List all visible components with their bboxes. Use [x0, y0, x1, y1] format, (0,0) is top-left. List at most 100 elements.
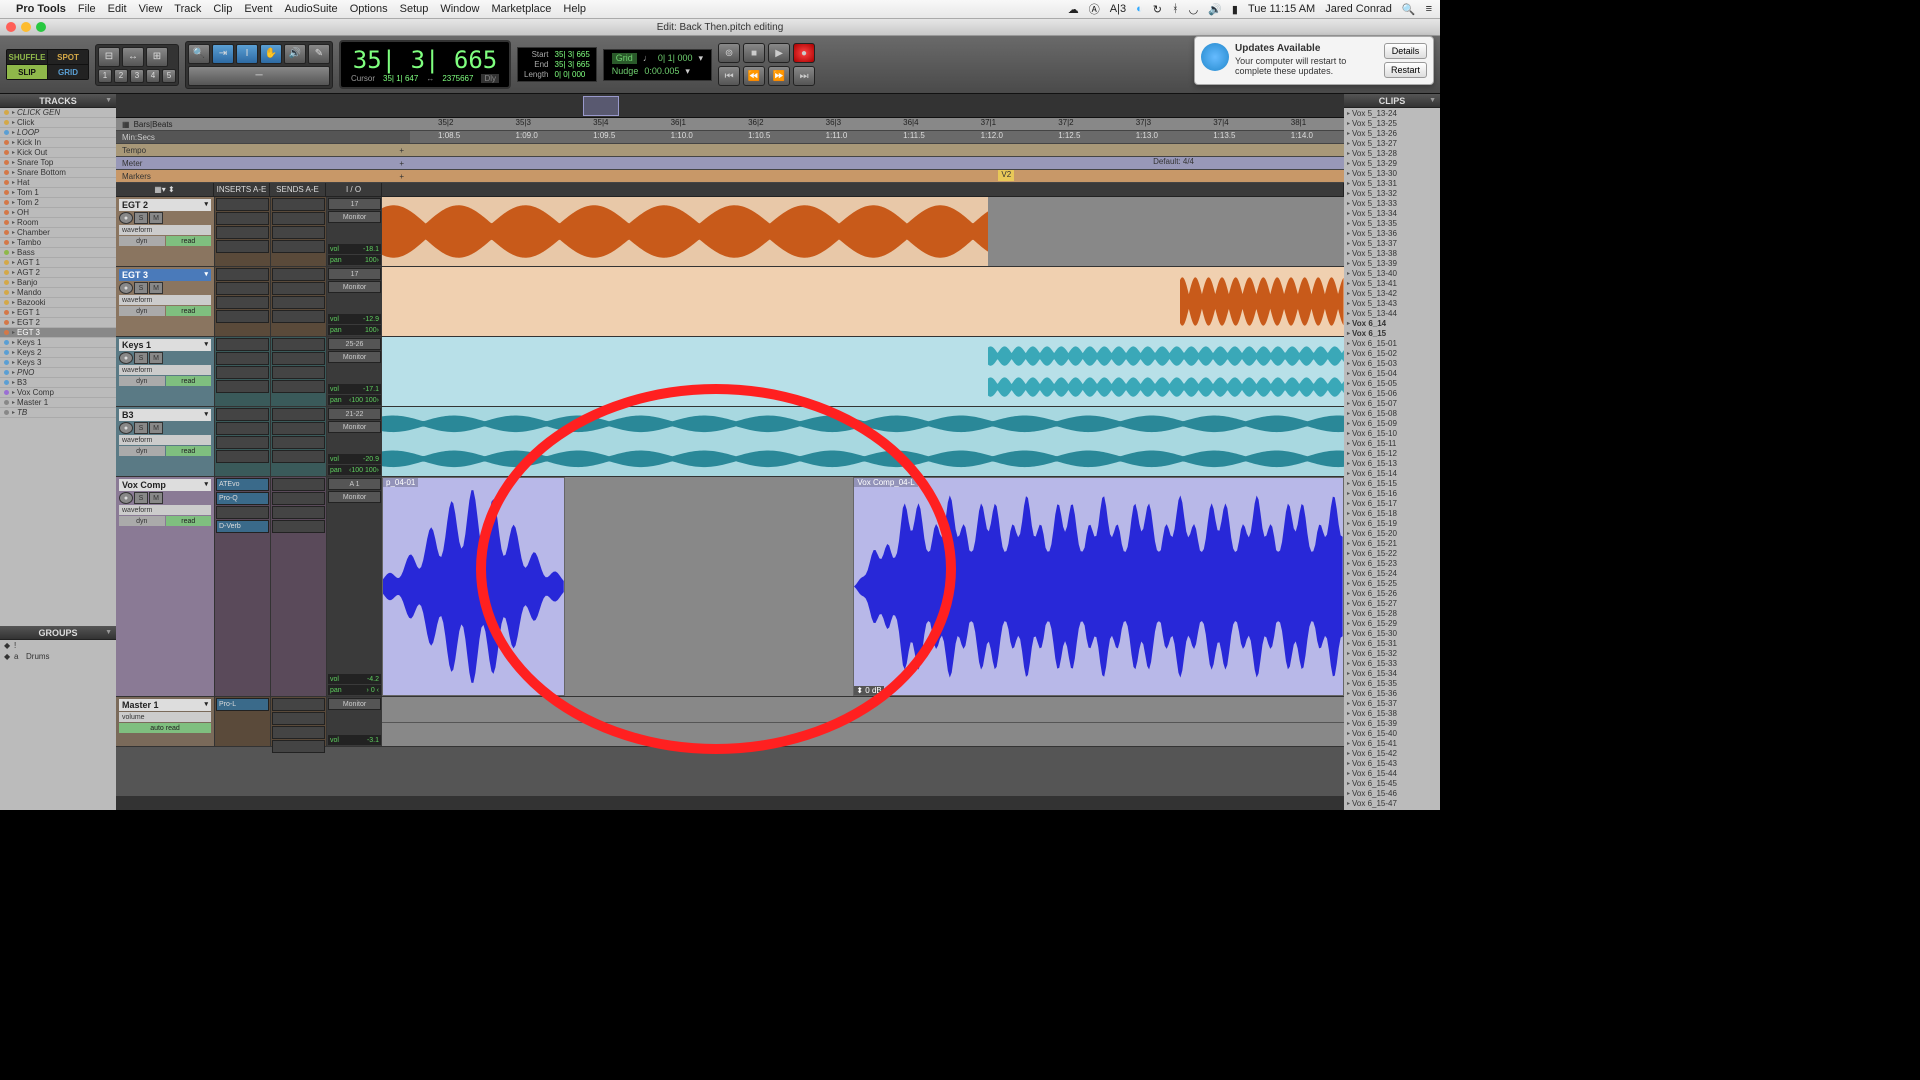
automation-mode[interactable]: read [166, 446, 212, 456]
clip-list-item[interactable]: ▸Vox 5_13-34 [1344, 208, 1440, 218]
elastic-audio[interactable]: dyn [119, 376, 165, 386]
universe-view[interactable] [116, 94, 1344, 118]
grid-val[interactable]: 0| 1| 000 [658, 53, 693, 64]
view-selector[interactable]: waveform [119, 435, 211, 445]
insert-slot[interactable] [216, 366, 269, 379]
monitor-button[interactable]: Monitor [328, 351, 381, 363]
track-list-item[interactable]: ▸Snare Top [0, 158, 116, 168]
clip-list-item[interactable]: ▸Vox 6_15-15 [1344, 478, 1440, 488]
grid-label[interactable]: Grid [612, 53, 637, 64]
record-enable[interactable]: ● [119, 422, 133, 434]
insert-slot[interactable] [216, 296, 269, 309]
clip-list-item[interactable]: ▸Vox 6_15-31 [1344, 638, 1440, 648]
track-list-item[interactable]: ▸Click [0, 118, 116, 128]
ruler-meter[interactable]: Default: 4/4 [410, 157, 1344, 170]
insert-slot[interactable] [216, 198, 269, 211]
clip-list-item[interactable]: ▸Vox 6_15-40 [1344, 728, 1440, 738]
track-name[interactable]: Master 1▾ [119, 699, 211, 711]
mute-button[interactable]: M [149, 212, 163, 224]
sel-length-val[interactable]: 0| 0| 000 [555, 70, 590, 79]
send-slot[interactable] [272, 726, 325, 739]
track-header[interactable]: EGT 2▾ ● S M waveform dynread [116, 197, 214, 266]
send-slot[interactable] [272, 712, 325, 725]
pencil-icon[interactable]: ✎ [308, 44, 330, 64]
minimize-icon[interactable] [21, 22, 31, 32]
track-header[interactable]: Keys 1▾ ● S M waveform dynread [116, 337, 214, 406]
track-list-item[interactable]: ▸Keys 3 [0, 358, 116, 368]
track-list-item[interactable]: ▸Tambo [0, 238, 116, 248]
clip-list-item[interactable]: ▸Vox 5_13-25 [1344, 118, 1440, 128]
ruler-meter-label[interactable]: Meter+ [116, 157, 410, 170]
zoom-out-icon[interactable]: ⊟ [98, 47, 120, 67]
battery-icon[interactable]: ▮ [1232, 3, 1238, 16]
send-slot[interactable] [272, 450, 325, 463]
monitor-button[interactable]: Monitor [328, 211, 381, 223]
send-slot[interactable] [272, 380, 325, 393]
track-header[interactable]: EGT 3▾ ● S M waveform dynread [116, 267, 214, 336]
view-selector[interactable]: waveform [119, 365, 211, 375]
menu-track[interactable]: Track [174, 3, 201, 15]
track-list-item[interactable]: ▸Master 1 [0, 398, 116, 408]
waveform-area[interactable] [382, 697, 1344, 746]
close-icon[interactable] [6, 22, 16, 32]
insert-slot[interactable] [216, 450, 269, 463]
sel-end-val[interactable]: 35| 3| 665 [555, 60, 590, 69]
track-list-item[interactable]: ▸Tom 2 [0, 198, 116, 208]
ruler-tempo-label[interactable]: Tempo+ [116, 144, 410, 157]
selector-icon[interactable]: I [236, 44, 258, 64]
clip-list-item[interactable]: ▸Vox 6_15-34 [1344, 668, 1440, 678]
clip-list-item[interactable]: ▸Vox 6_15-03 [1344, 358, 1440, 368]
edit-tracks-area[interactable]: EGT 2▾ ● S M waveform dynread 17 Monitor… [116, 197, 1344, 796]
send-slot[interactable] [272, 352, 325, 365]
clip-list-item[interactable]: ▸Vox 6_15-30 [1344, 628, 1440, 638]
elastic-audio[interactable]: dyn [119, 306, 165, 316]
clips-list[interactable]: ▸Vox 5_13-24▸Vox 5_13-25▸Vox 5_13-26▸Vox… [1344, 108, 1440, 810]
record-enable[interactable]: ● [119, 282, 133, 294]
monitor-button[interactable]: Monitor [328, 421, 381, 433]
menu-view[interactable]: View [139, 3, 163, 15]
clip-list-item[interactable]: ▸Vox 5_13-27 [1344, 138, 1440, 148]
waveform-area[interactable] [382, 337, 1344, 406]
track-list-item[interactable]: ▸Kick In [0, 138, 116, 148]
app-name[interactable]: Pro Tools [16, 3, 66, 15]
clip-list-item[interactable]: ▸Vox 6_15-28 [1344, 608, 1440, 618]
scrub-icon[interactable]: 🔊 [284, 44, 306, 64]
edit-mode-selector[interactable]: SHUFFLE SPOT SLIP GRID [6, 49, 89, 80]
volume-icon[interactable]: 🔊 [1208, 3, 1222, 16]
clip-list-item[interactable]: ▸Vox 6_15-25 [1344, 578, 1440, 588]
waveform-area[interactable] [382, 197, 1344, 266]
insert-slot[interactable] [216, 436, 269, 449]
details-button[interactable]: Details [1384, 43, 1427, 59]
clip-list-item[interactable]: ▸Vox 6_15-26 [1344, 588, 1440, 598]
menubar-icon[interactable]: ◐ [1136, 3, 1143, 15]
stop-icon[interactable]: ■ [743, 43, 765, 63]
clip-list-item[interactable]: ▸Vox 6_15-10 [1344, 428, 1440, 438]
view-selector[interactable]: waveform [119, 295, 211, 305]
zoom-preset-2[interactable]: 2 [114, 69, 128, 83]
track-list-item[interactable]: ▸EGT 2 [0, 318, 116, 328]
track-list-item[interactable]: ▸Tom 1 [0, 188, 116, 198]
user[interactable]: Jared Conrad [1325, 3, 1392, 15]
clip-list-item[interactable]: ▸Vox 6_15-35 [1344, 678, 1440, 688]
record-enable[interactable]: ● [119, 352, 133, 364]
tracks-panel-header[interactable]: TRACKS [0, 94, 116, 108]
menu-audiosuite[interactable]: AudioSuite [284, 3, 337, 15]
menu-help[interactable]: Help [563, 3, 586, 15]
clip-list-item[interactable]: ▸Vox 5_13-26 [1344, 128, 1440, 138]
input-selector[interactable]: A 1 [328, 478, 381, 490]
track-list-item[interactable]: ▸PNO [0, 368, 116, 378]
insert-slot[interactable]: Pro-L [216, 698, 269, 711]
insert-slot[interactable] [216, 212, 269, 225]
clip-list-item[interactable]: ▸Vox 6_15-16 [1344, 488, 1440, 498]
clip-list-item[interactable]: ▸Vox 6_15-19 [1344, 518, 1440, 528]
dly-button[interactable]: Dly [481, 74, 499, 83]
clip-list-item[interactable]: ▸Vox 5_13-37 [1344, 238, 1440, 248]
send-slot[interactable] [272, 310, 325, 323]
insert-slot[interactable] [216, 422, 269, 435]
track-list-item[interactable]: ▸Mando [0, 288, 116, 298]
menubar-icon[interactable]: A|3 [1110, 3, 1126, 15]
auto-read[interactable]: auto read [119, 723, 211, 733]
view-selector[interactable]: waveform [119, 225, 211, 235]
insert-slot[interactable] [216, 226, 269, 239]
zoom-in-icon[interactable]: ⊞ [146, 47, 168, 67]
